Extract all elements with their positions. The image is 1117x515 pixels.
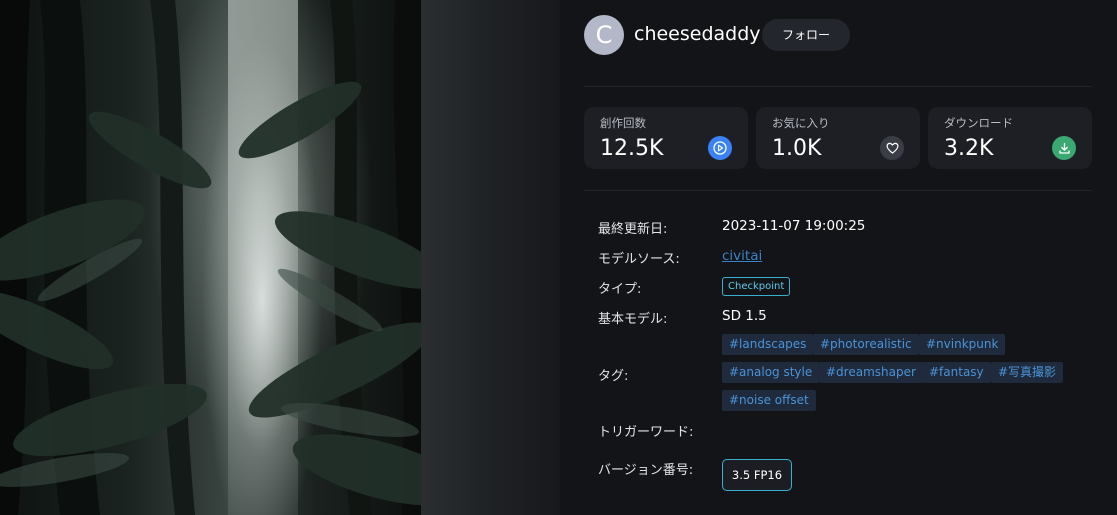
type-label: タイプ: <box>598 282 642 297</box>
author-avatar[interactable]: C <box>584 15 624 55</box>
divider <box>584 190 1092 191</box>
tag-chip[interactable]: #nvinkpunk <box>919 334 1006 355</box>
stat-card-downloads: ダウンロード 3.2K <box>928 107 1092 169</box>
version-label: バージョン番号: <box>598 463 694 478</box>
rainforest-illustration <box>0 0 421 515</box>
follow-button[interactable]: フォロー <box>762 19 850 51</box>
updated-value: 2023-11-07 19:00:25 <box>722 218 866 234</box>
base-model-label: 基本モデル: <box>598 312 668 327</box>
tag-chip[interactable]: #dreamshaper <box>819 362 923 383</box>
stat-value: 12.5K <box>600 136 664 161</box>
model-preview-image[interactable] <box>0 0 421 515</box>
type-badge: Checkpoint <box>722 277 791 296</box>
download-icon[interactable] <box>1052 136 1076 160</box>
author-username[interactable]: cheesedaddy <box>634 23 761 45</box>
tag-chip[interactable]: #analog style <box>722 362 820 383</box>
tags-label: タグ: <box>598 369 629 384</box>
stat-card-favorites: お気に入り 1.0K <box>756 107 920 169</box>
stat-card-generations: 創作回数 12.5K <box>584 107 748 169</box>
image-edge-shadow <box>421 0 560 515</box>
source-label: モデルソース: <box>598 252 680 267</box>
source-link[interactable]: civitai <box>722 248 762 264</box>
tag-chip[interactable]: #landscapes <box>722 334 814 355</box>
heart-icon[interactable] <box>880 136 904 160</box>
tag-chip[interactable]: #写真撮影 <box>991 362 1064 383</box>
tag-chip[interactable]: #photorealistic <box>813 334 919 355</box>
stat-label: 創作回数 <box>600 116 646 130</box>
trigger-words-label: トリガーワード: <box>598 425 694 440</box>
tag-chip[interactable]: #fantasy <box>922 362 991 383</box>
stat-label: お気に入り <box>772 116 830 130</box>
base-model-value: SD 1.5 <box>722 308 767 324</box>
stat-value: 3.2K <box>944 136 994 161</box>
updated-label: 最終更新日: <box>598 222 668 237</box>
divider <box>584 86 1092 87</box>
version-chip[interactable]: 3.5 FP16 <box>722 459 792 491</box>
play-icon[interactable] <box>708 136 732 160</box>
tag-chip[interactable]: #noise offset <box>722 390 816 411</box>
stat-value: 1.0K <box>772 136 822 161</box>
stat-label: ダウンロード <box>944 116 1013 130</box>
